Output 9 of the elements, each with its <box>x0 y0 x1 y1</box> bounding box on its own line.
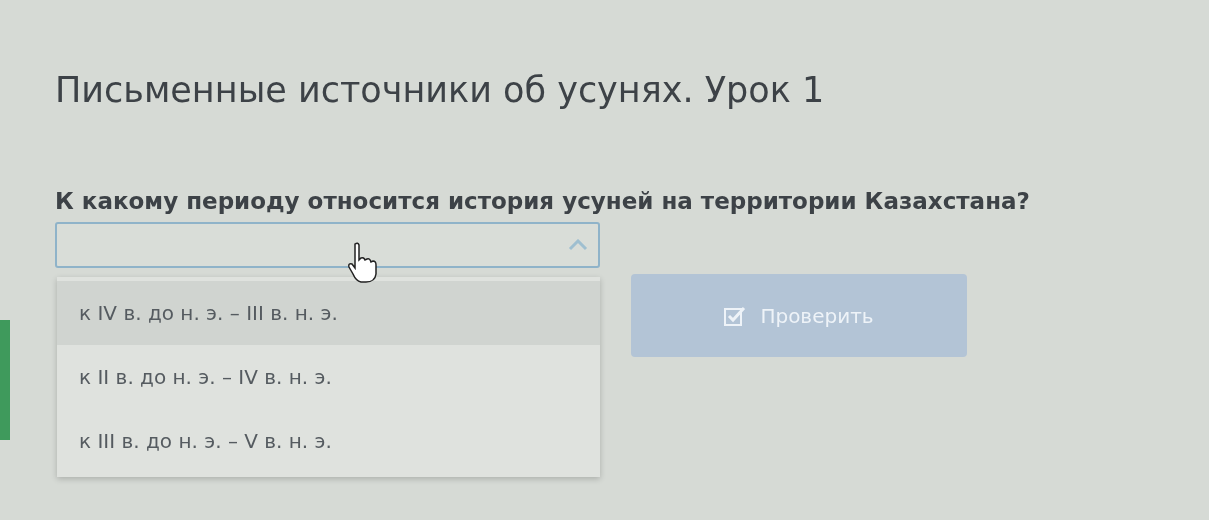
checkbox-icon <box>724 305 747 326</box>
question-text: К какому периоду относится история усуней на территории Казахстана? <box>55 188 1031 214</box>
caret-icon <box>568 239 588 251</box>
answer-select[interactable] <box>55 222 600 268</box>
hand-cursor-icon <box>347 242 379 284</box>
dropdown-option[interactable]: к IV в. до н. э. – III в. н. э. <box>57 281 600 345</box>
lesson-title: Письменные источники об усунях. Урок 1 <box>55 70 826 110</box>
dropdown-option[interactable]: к III в. до н. э. – V в. н. э. <box>57 409 600 473</box>
dropdown-option[interactable]: к II в. до н. э. – IV в. н. э. <box>57 345 600 409</box>
